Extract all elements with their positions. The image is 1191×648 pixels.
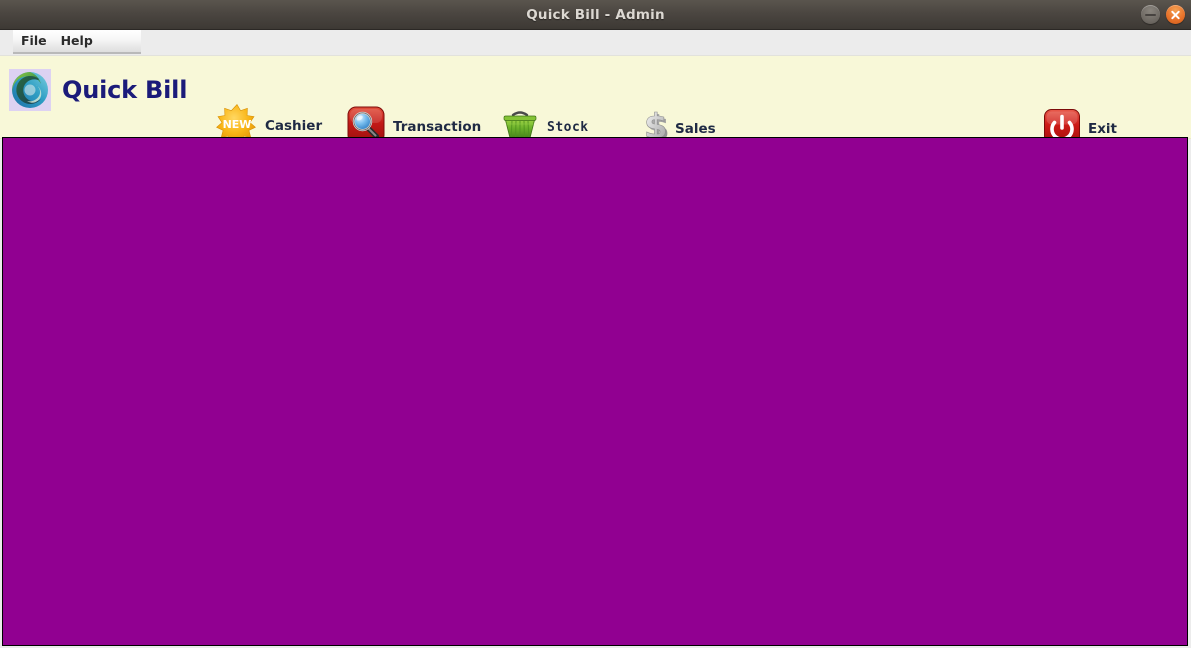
toolbar-label-cashier: Cashier <box>265 118 323 134</box>
toolbar-label-transaction: Transaction <box>393 119 482 135</box>
main-content-pane[interactable] <box>2 137 1188 646</box>
window-title: Quick Bill - Admin <box>526 6 665 23</box>
brand-block: Quick Bill <box>9 69 187 111</box>
toolbar-label-sales: Sales <box>675 121 716 137</box>
application-window: Quick Bill - Admin File Help Quick Bill … <box>0 0 1191 648</box>
menu-item-help[interactable]: Help <box>61 34 93 48</box>
brand-title: Quick Bill <box>62 76 188 104</box>
menu-bar-row: File Help <box>0 30 1191 56</box>
toolbar-label-stock: Stock <box>547 119 589 135</box>
svg-text:NEW: NEW <box>223 118 252 131</box>
minimize-button-icon[interactable] <box>1141 5 1160 24</box>
menu-bar: File Help <box>13 30 141 54</box>
window-controls <box>1141 0 1185 29</box>
quick-bill-swirl-logo-icon <box>9 69 51 111</box>
toolbar-label-exit: Exit <box>1088 121 1118 137</box>
close-button-icon[interactable] <box>1166 5 1185 24</box>
title-bar[interactable]: Quick Bill - Admin <box>0 0 1191 30</box>
menu-item-file[interactable]: File <box>21 34 47 48</box>
main-toolbar: Quick Bill NEW Cashier Transaction Stock… <box>0 56 1191 149</box>
